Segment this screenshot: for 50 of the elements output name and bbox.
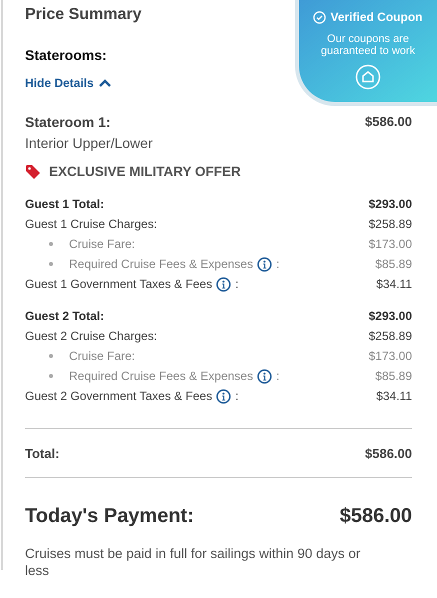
line-label: Guest 2 Cruise Charges: (25, 328, 158, 346)
bullet-icon (49, 262, 53, 266)
total-label: Total: (25, 444, 60, 462)
payment-note: Cruises must be paid in full for sailings within 90 days or less (25, 545, 362, 580)
coupon-title: Verified Coupon (330, 9, 422, 26)
line-label: Required Cruise Fees & Expenses (69, 256, 254, 274)
bullet-icon (49, 354, 53, 358)
colon-text: : (276, 368, 280, 386)
colon-text: : (276, 256, 280, 274)
line-amount: $34.11 (376, 276, 412, 294)
line-amount: $34.11 (376, 388, 412, 406)
tag-icon (25, 164, 41, 180)
check-circle-icon (313, 10, 326, 24)
line-amount: $258.89 (368, 328, 412, 346)
total-amount: $586.00 (365, 444, 412, 462)
payment-amount: $586.00 (340, 504, 412, 530)
bullet-icon (49, 374, 53, 378)
colon-text: : (235, 388, 239, 406)
line-label: Required Cruise Fees & Expenses (69, 368, 254, 386)
line-label: Cruise Fare: (69, 236, 136, 254)
line-amount: $173.00 (368, 348, 412, 366)
offer-label: EXCLUSIVE MILITARY OFFER (49, 163, 241, 181)
info-icon[interactable] (216, 388, 232, 404)
info-icon[interactable] (216, 276, 232, 292)
line-label: Guest 1 Total: (25, 196, 104, 214)
line-label: Guest 2 Government Taxes & Fees (25, 388, 212, 406)
line-label: Cruise Fare: (69, 348, 136, 366)
hide-details-link[interactable]: Hide Details (25, 74, 112, 92)
payment-label: Today's Payment: (25, 504, 194, 530)
line-amount: $293.00 (368, 308, 412, 326)
line-amount: $85.89 (375, 368, 412, 386)
coupon-text: Our coupons are guaranteed to work (320, 33, 416, 57)
colon-text: : (235, 276, 239, 294)
line-label: Guest 2 Total: (25, 308, 104, 326)
line-amount: $293.00 (368, 196, 412, 214)
info-icon[interactable] (257, 256, 272, 272)
house-icon (355, 64, 381, 90)
stateroom-type: Interior Upper/Lower (25, 134, 153, 153)
price-summary-title: Price Summary (25, 5, 142, 25)
line-amount: $173.00 (368, 236, 412, 254)
stateroom-price: $586.00 (365, 113, 412, 131)
line-label: Guest 1 Cruise Charges: (25, 216, 158, 234)
info-icon[interactable] (257, 368, 272, 384)
line-amount: $258.89 (368, 216, 412, 234)
bullet-icon (49, 242, 53, 246)
staterooms-label: Staterooms: (25, 46, 107, 65)
line-amount: $85.89 (375, 256, 412, 274)
stateroom-name: Stateroom 1: (25, 113, 112, 132)
line-label: Guest 1 Government Taxes & Fees (25, 276, 212, 294)
caret-icon (98, 78, 112, 88)
